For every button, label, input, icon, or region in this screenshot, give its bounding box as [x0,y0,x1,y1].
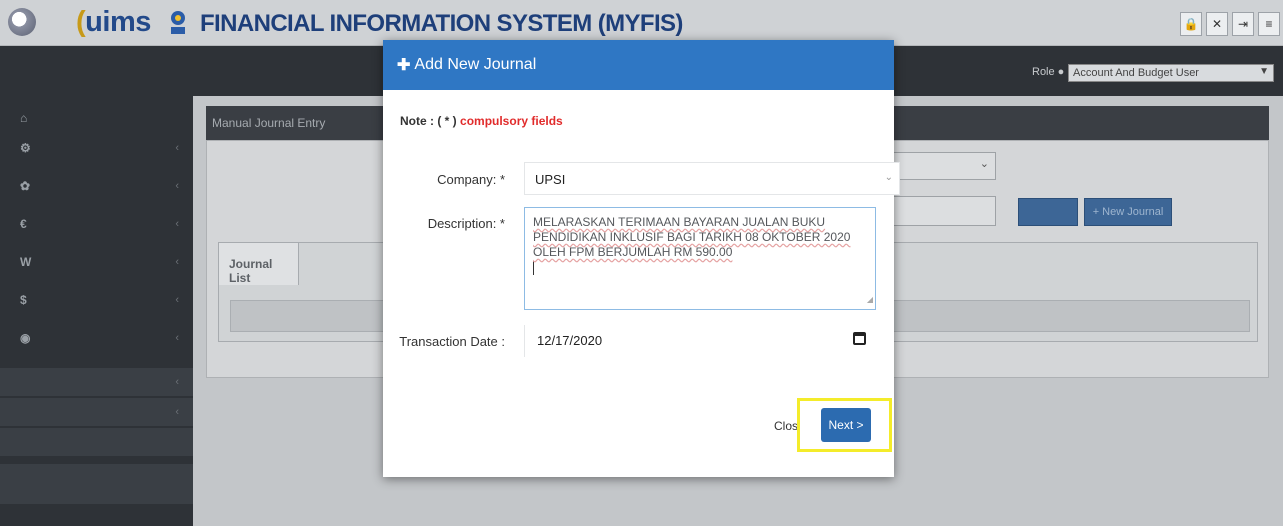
chevron-icon: ‹ [175,256,179,268]
logout-icon[interactable]: ⇥ [1232,12,1254,36]
filter-input[interactable] [892,196,996,226]
calendar-icon[interactable] [853,332,866,345]
sidebar-item[interactable]: ⚙ ‹ [0,134,193,162]
resize-handle-icon[interactable]: ◢ [867,292,873,307]
chevron-icon: ‹ [175,376,179,388]
menu-icon[interactable]: ≡ [1258,12,1280,36]
description-text: MELARASKAN TERIMAAN BAYARAN JUALAN BUKU … [533,215,851,259]
search-button[interactable] [1018,198,1078,226]
highlight-box [797,398,892,452]
company-select[interactable]: UPSI ⌄ [524,162,900,195]
description-textarea[interactable]: MELARASKAN TERIMAAN BAYARAN JUALAN BUKU … [524,207,876,310]
sidebar: ⌂ ⚙ ‹ ✿ ‹ € ‹ W ‹ $ ‹ ◉ ‹ ‹ ‹ [0,96,193,526]
chevron-icon: ‹ [175,406,179,418]
sidebar-subitem[interactable]: ‹ [0,398,193,426]
transaction-date-label: Transaction Date : [399,334,505,349]
university-logo [8,8,36,36]
sidebar-item[interactable]: € ‹ [0,210,193,238]
chevron-icon: ‹ [175,218,179,230]
close-button[interactable]: Clos [774,419,798,433]
gear-icon: ⚙ [20,141,31,155]
lock-icon[interactable]: 🔒 [1180,12,1202,36]
ledger-icon: ◉ [20,331,31,345]
secondary-logo [42,8,70,28]
sidebar-item[interactable]: ✿ ‹ [0,172,193,200]
dollar-icon: $ [20,293,27,307]
sidebar-subitem[interactable] [0,428,193,456]
required-note-emphasis: compulsory fields [460,114,563,128]
role-select[interactable]: Account And Budget User ▼ [1068,64,1274,82]
transaction-date-value: 12/17/2020 [537,333,603,348]
chevron-down-icon: ▼ [1259,66,1269,77]
filter-select[interactable]: ⌄ [892,152,996,180]
sidebar-item[interactable]: ◉ ‹ [0,324,193,352]
add-journal-modal: ✚ Add New Journal Note : ( * ) compulsor… [383,40,900,477]
panel-title: Manual Journal Entry [212,116,326,130]
chevron-down-icon: ⌄ [884,172,893,183]
chevron-icon: ‹ [175,180,179,192]
chevron-icon: ‹ [175,294,179,306]
company-label: Company: * [437,172,505,187]
w-icon: W [20,255,32,269]
text-caret [533,261,534,275]
description-label: Description: * [427,216,505,231]
chevron-icon: ‹ [175,332,179,344]
euro-icon: € [20,217,27,231]
required-note: Note : ( * ) compulsory fields [400,114,563,128]
home-icon: ⌂ [20,111,28,125]
sidebar-item[interactable]: $ ‹ [0,286,193,314]
sidebar-subitem[interactable] [0,464,193,504]
modal-header: ✚ Add New Journal [383,40,894,90]
tab-journal-list[interactable]: Journal List [219,243,299,285]
new-journal-button[interactable]: + New Journal [1084,198,1172,226]
plus-icon: ✚ [397,57,411,74]
role-label: Role ● [1032,66,1065,78]
sidebar-item[interactable]: W ‹ [0,248,193,276]
app-title: FINANCIAL INFORMATION SYSTEM (MYFIS) [200,10,683,37]
transaction-date-input[interactable]: 12/17/2020 [524,325,876,357]
settings-icon: ✿ [20,179,31,193]
sidebar-item[interactable]: ⌂ [0,104,193,132]
chevron-down-icon: ⌄ [979,158,989,170]
expand-icon[interactable]: ✕ [1206,12,1228,36]
modal-title: Add New Journal [414,56,537,73]
chevron-icon: ‹ [175,142,179,154]
company-value: UPSI [535,172,566,187]
sidebar-subitem[interactable]: ‹ [0,368,193,396]
uims-logo: (UIMS [76,6,151,38]
myfis-logo-icon [171,11,185,34]
